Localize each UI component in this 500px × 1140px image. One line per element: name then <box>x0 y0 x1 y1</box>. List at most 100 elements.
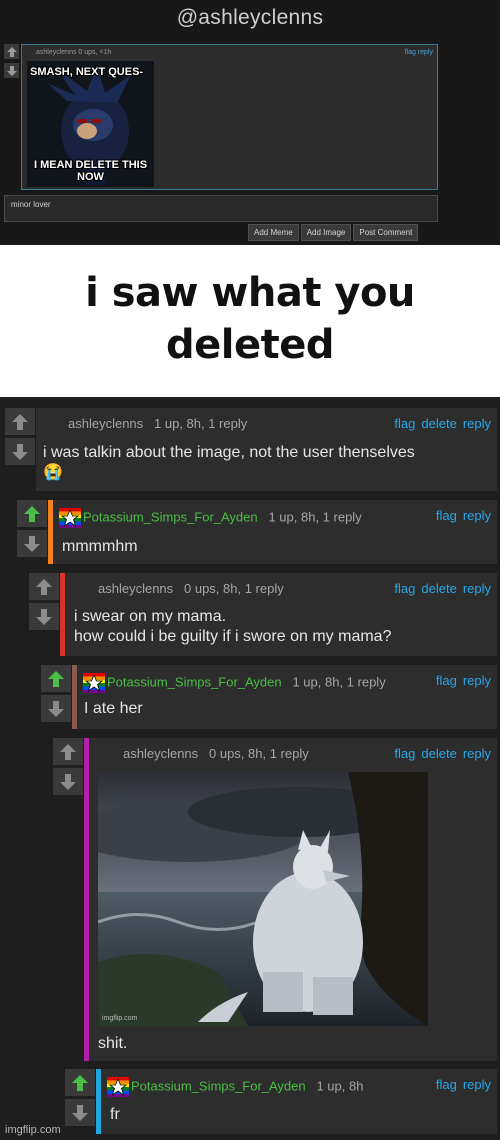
comment-meta: ashleyclenns 0 ups, 8h, 1 reply <box>98 581 284 596</box>
comment-text: i was talkin about the image, not the us… <box>43 444 415 461</box>
image-watermark: imgflip.com <box>102 1015 138 1022</box>
comment-actions: flag reply <box>430 508 491 523</box>
add-image-button[interactable]: Add Image <box>300 224 352 241</box>
upvote-button[interactable] <box>41 665 71 692</box>
pride-flag-icon <box>107 1077 129 1097</box>
comment-card: Potassium_Simps_For_Ayden 1 up, 8h, 1 re… <box>48 500 497 564</box>
post-comment-button[interactable]: Post Comment <box>353 224 419 241</box>
caption-banner: i saw what you deleted <box>0 245 500 397</box>
vote-buttons <box>17 500 47 560</box>
comment-meta: ashleyclenns 1 up, 8h, 1 reply <box>68 416 247 431</box>
comment-meta: ashleyclenns 0 ups, <1h <box>36 49 112 56</box>
flag-link[interactable]: flag <box>394 581 415 596</box>
comment: Potassium_Simps_For_Ayden 1 up, 8h flag r… <box>65 1069 497 1134</box>
upvote-button[interactable] <box>29 573 59 600</box>
screenshot: @ashleyclenns ashleyclenns 0 ups, <1h fl… <box>0 0 500 1140</box>
delete-link[interactable]: delete <box>421 416 456 431</box>
downvote-button[interactable] <box>65 1099 95 1126</box>
arrow-down-icon <box>72 1104 88 1121</box>
comment-text: fr <box>110 1106 120 1123</box>
arrow-up-icon <box>72 1074 88 1091</box>
reply-link[interactable]: reply <box>463 673 491 688</box>
upvote-button[interactable] <box>5 408 35 435</box>
arrow-down-icon <box>24 535 40 552</box>
downvote-button[interactable] <box>29 603 59 630</box>
comment-author[interactable]: ashleyclenns <box>123 746 198 761</box>
caption-line-2: deleted <box>166 322 334 368</box>
comment-author[interactable]: ashleyclenns <box>68 416 143 431</box>
comment-card: Potassium_Simps_For_Ayden 1 up, 8h flag r… <box>96 1069 497 1134</box>
comment-author[interactable]: ashleyclenns <box>98 581 173 596</box>
comment-meta: Potassium_Simps_For_Ayden 1 up, 8h <box>107 1077 363 1097</box>
caption-text: i saw what you deleted <box>0 267 500 371</box>
comment-stats: 0 ups, 8h, 1 reply <box>184 581 284 596</box>
comment-author[interactable]: Potassium_Simps_For_Ayden <box>131 1078 306 1093</box>
pride-flag-icon <box>59 508 81 528</box>
upvote-button[interactable] <box>4 44 19 59</box>
comment: ashleyclenns 0 ups, 8h, 1 reply flag dele… <box>53 738 497 1061</box>
reply-link[interactable]: reply <box>463 416 491 431</box>
vote-buttons <box>65 1069 95 1129</box>
delete-link[interactable]: delete <box>421 581 456 596</box>
flag-link[interactable]: flag <box>394 416 415 431</box>
comment-meta: Potassium_Simps_For_Ayden 1 up, 8h, 1 re… <box>83 673 386 693</box>
flag-link[interactable]: flag <box>436 673 457 688</box>
comment: Potassium_Simps_For_Ayden 1 up, 8h, 1 re… <box>41 665 497 729</box>
add-meme-button[interactable]: Add Meme <box>248 224 299 241</box>
flag-link[interactable]: flag <box>394 746 415 761</box>
comment-body: i swear on my mama. how could i be guilt… <box>74 607 494 647</box>
arrow-down-icon <box>6 65 17 76</box>
comment-card: ashleyclenns 1 up, 8h, 1 reply flag delet… <box>36 408 497 491</box>
reply-link[interactable]: reply <box>463 1077 491 1092</box>
arrow-down-icon <box>48 700 64 717</box>
comment-actions: flag reply <box>430 673 491 688</box>
downvote-button[interactable] <box>53 768 83 795</box>
arrow-up-icon <box>12 413 28 430</box>
reply-input[interactable]: minor lover <box>4 195 438 222</box>
arrow-up-icon <box>6 46 17 57</box>
upvote-button[interactable] <box>53 738 83 765</box>
upvote-button[interactable] <box>65 1069 95 1096</box>
comment: Potassium_Simps_For_Ayden 1 up, 8h, 1 re… <box>17 500 497 564</box>
arrow-down-icon <box>60 773 76 790</box>
delete-link[interactable]: delete <box>421 746 456 761</box>
reply-link[interactable]: reply <box>463 508 491 523</box>
arrow-up-icon <box>48 670 64 687</box>
downvote-button[interactable] <box>4 63 19 78</box>
wolf-image[interactable]: imgflip.com <box>98 772 428 1026</box>
comment-author[interactable]: Potassium_Simps_For_Ayden <box>107 674 282 689</box>
comment-body: i was talkin about the image, not the us… <box>43 443 493 483</box>
comment-stats: 1 up, 8h, 1 reply <box>154 416 248 431</box>
comment-text-line-1: i swear on my mama. <box>74 608 227 625</box>
upvote-button[interactable] <box>17 500 47 527</box>
comment-text-line-2: how could i be guilty if i swore on my m… <box>74 628 392 645</box>
reply-link[interactable]: reply <box>463 746 491 761</box>
meme-top-text: SMASH, NEXT QUES- <box>30 66 144 78</box>
vote-buttons <box>29 573 59 633</box>
original-comment: ashleyclenns 0 ups, <1h flag reply SMASH… <box>21 44 438 190</box>
downvote-button[interactable] <box>17 530 47 557</box>
reply-link[interactable]: reply <box>463 581 491 596</box>
comment-author[interactable]: Potassium_Simps_For_Ayden <box>83 509 258 524</box>
comment: ashleyclenns 1 up, 8h, 1 reply flag delet… <box>5 408 497 491</box>
downvote-button[interactable] <box>5 438 35 465</box>
flag-link[interactable]: flag <box>436 1077 457 1092</box>
comment-actions: flag delete reply <box>388 416 491 431</box>
comment-stats: 1 up, 8h, 1 reply <box>292 674 386 690</box>
downvote-button[interactable] <box>41 695 71 722</box>
comment-text: mmmmhm <box>62 538 138 555</box>
comment-card: Potassium_Simps_For_Ayden 1 up, 8h, 1 re… <box>72 665 497 729</box>
reply-buttons: Add Meme Add Image Post Comment <box>248 224 420 241</box>
comment-thread: ashleyclenns 1 up, 8h, 1 reply flag delet… <box>0 397 500 1140</box>
vote-buttons <box>41 665 71 725</box>
comment-actions[interactable]: flag reply <box>405 49 433 56</box>
comment-actions: flag reply <box>430 1077 491 1092</box>
vote-buttons <box>53 738 83 798</box>
werewolf-artwork <box>98 772 428 1026</box>
meme-image: SMASH, NEXT QUES- I MEAN DELETE THIS NOW <box>27 61 154 187</box>
meme-bottom-text: I MEAN DELETE THIS NOW <box>33 159 148 183</box>
flag-link[interactable]: flag <box>436 508 457 523</box>
arrow-down-icon <box>12 443 28 460</box>
comment-actions: flag delete reply <box>388 581 491 596</box>
reply-section: @ashleyclenns ashleyclenns 0 ups, <1h fl… <box>0 0 500 245</box>
